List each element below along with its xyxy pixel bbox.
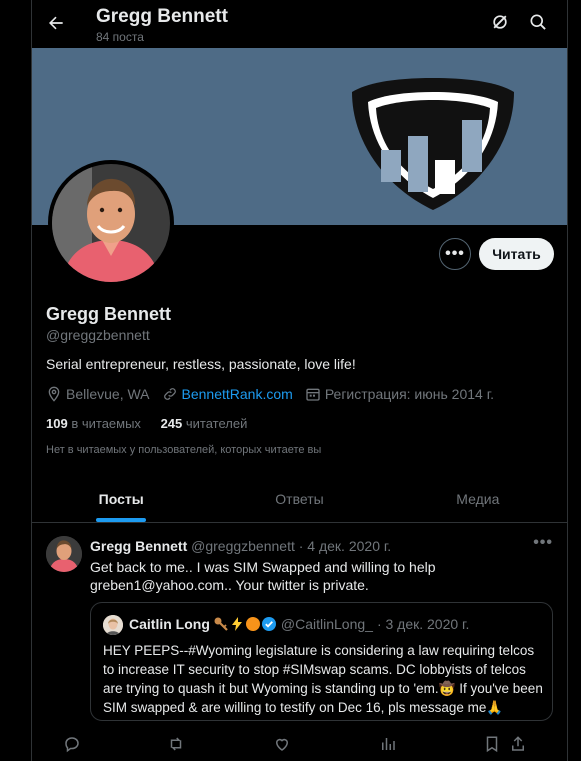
- website-item[interactable]: BennettRank.com: [162, 386, 293, 402]
- quote-author-emojis: [213, 616, 277, 632]
- tweet-handle[interactable]: @greggzbennett: [191, 538, 295, 554]
- more-options-button[interactable]: •••: [439, 238, 471, 270]
- tab-label: Посты: [98, 491, 144, 507]
- avatar-photo: [52, 164, 170, 282]
- quote-text: HEY PEEPS--#Wyoming legislature is consi…: [103, 643, 543, 715]
- bookmark-icon: [486, 736, 498, 753]
- followers-count: 245: [160, 416, 183, 431]
- profile-name: Gregg Bennett: [46, 304, 172, 324]
- heart-icon: [275, 738, 289, 751]
- views-icon: [382, 738, 395, 750]
- quote-handle[interactable]: @CaitlinLong_: [281, 616, 373, 632]
- tweet-avatar[interactable]: [46, 536, 82, 572]
- grok-icon: [493, 15, 507, 29]
- tab-media[interactable]: Медиа: [389, 476, 567, 522]
- bennettrank-logo: [352, 78, 514, 210]
- avatar-photo: [46, 536, 82, 572]
- bookmark-button[interactable]: [482, 734, 502, 754]
- tweet-more-button[interactable]: •••: [533, 534, 553, 552]
- location-pin-icon: [48, 386, 60, 402]
- share-button[interactable]: [508, 734, 528, 754]
- quoted-tweet[interactable]: Caitlin Long @CaitlinLong_ · 3 дек. 2020…: [90, 602, 553, 721]
- profile-bio: Serial entrepreneur, restless, passionat…: [46, 356, 356, 372]
- tweet-author[interactable]: Gregg Bennett: [90, 538, 187, 554]
- retweet-icon: [170, 737, 182, 751]
- profile-meta: Bellevue, WA BennettRank.com Регистрация…: [46, 386, 506, 402]
- search-icon: [530, 14, 546, 30]
- quote-avatar[interactable]: [103, 615, 123, 635]
- link-icon: [163, 388, 176, 400]
- reply-icon: [65, 737, 79, 753]
- profile-avatar[interactable]: [48, 160, 174, 286]
- following-count: 109: [46, 416, 68, 431]
- search-button[interactable]: [526, 10, 550, 34]
- follow-button[interactable]: Читать: [479, 238, 554, 270]
- quote-author[interactable]: Caitlin Long: [129, 616, 210, 632]
- active-tab-indicator: [96, 518, 147, 522]
- quote-header: Caitlin Long @CaitlinLong_ · 3 дек. 2020…: [129, 616, 469, 632]
- retweet-button[interactable]: [166, 734, 186, 754]
- tab-posts[interactable]: Посты: [32, 476, 210, 522]
- tab-replies[interactable]: Ответы: [210, 476, 388, 522]
- followers-link[interactable]: 245 читателей: [161, 416, 248, 431]
- website-link[interactable]: BennettRank.com: [182, 386, 293, 402]
- like-button[interactable]: [272, 734, 292, 754]
- lightning-icon: [231, 617, 242, 631]
- avatar-photo: [103, 615, 123, 635]
- share-icon: [512, 736, 524, 751]
- follow-counts: 109 в читаемых 245 читателей: [46, 416, 247, 431]
- arrow-left-icon: [49, 16, 63, 30]
- location-text: Bellevue, WA: [66, 386, 150, 402]
- tweet-header: Gregg Bennett @greggzbennett · 4 дек. 20…: [90, 538, 391, 554]
- tweet-actions: [65, 734, 553, 754]
- top-bar: Gregg Bennett 84 поста: [32, 0, 567, 48]
- location-item: Bellevue, WA: [46, 386, 150, 402]
- verified-badge-icon: [261, 617, 276, 631]
- calendar-icon: [306, 388, 320, 401]
- tweet-date[interactable]: · 4 дек. 2020 г.: [299, 538, 391, 554]
- following-link[interactable]: 109 в читаемых: [46, 416, 141, 431]
- key-icon: [214, 617, 228, 631]
- views-button[interactable]: [378, 734, 398, 754]
- joined-item: Регистрация: июнь 2014 г.: [305, 386, 494, 402]
- post-count: 84 поста: [96, 30, 144, 44]
- bitcoin-icon: [245, 617, 260, 631]
- tab-label: Ответы: [275, 491, 324, 507]
- profile-column: Gregg Bennett 84 поста ••• Читать Gregg …: [31, 0, 568, 761]
- quote-date[interactable]: · 3 дек. 2020 г.: [377, 616, 469, 632]
- grok-button[interactable]: [488, 10, 512, 34]
- tweet-text: Get back to me.. I was SIM Swapped and w…: [90, 559, 436, 593]
- followers-label: читателей: [185, 416, 248, 431]
- reply-button[interactable]: [62, 734, 82, 754]
- profile-tabs: Посты Ответы Медиа: [32, 476, 567, 523]
- tab-label: Медиа: [456, 491, 500, 507]
- profile-handle: @greggzbennett: [46, 327, 150, 343]
- mutual-followers-note: Нет в читаемых у пользователей, которых …: [46, 444, 322, 456]
- back-button[interactable]: [42, 9, 70, 37]
- joined-text: Регистрация: июнь 2014 г.: [324, 386, 494, 402]
- following-label: в читаемых: [71, 416, 141, 431]
- tweet[interactable]: Gregg Bennett @greggzbennett · 4 дек. 20…: [32, 524, 567, 761]
- page-title: Gregg Bennett: [96, 6, 228, 27]
